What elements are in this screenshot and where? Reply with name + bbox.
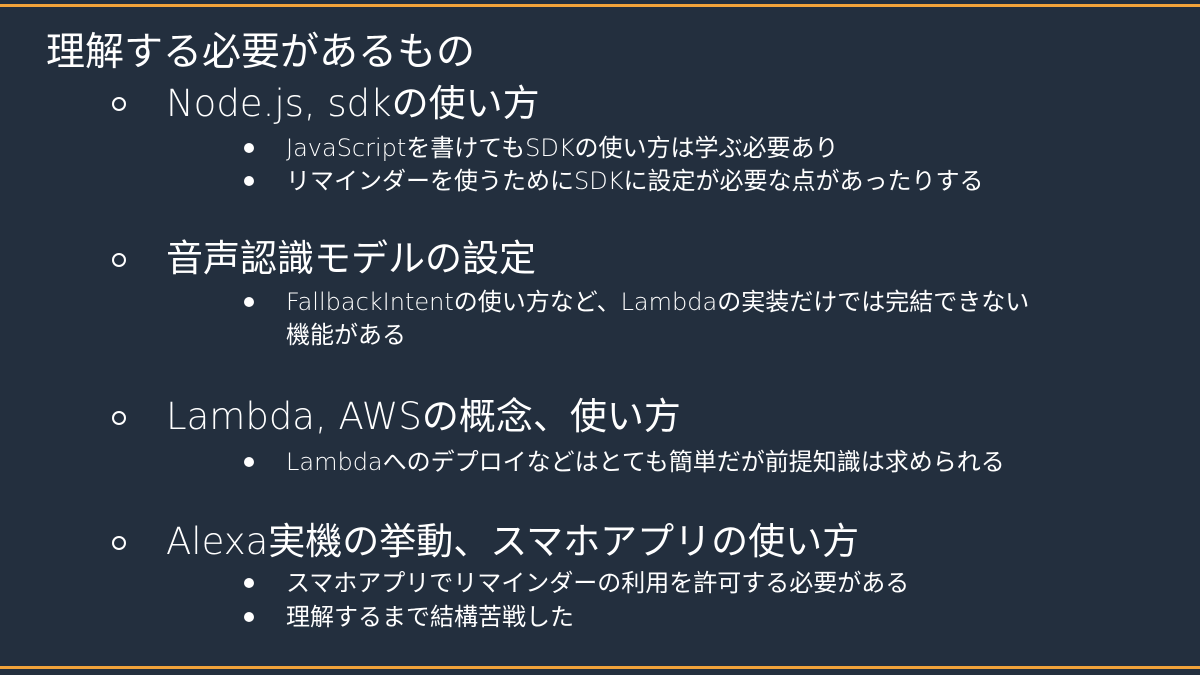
top-accent-line <box>0 4 1200 7</box>
section-bullet-icon <box>112 411 126 425</box>
item-text: 理解するまで結構苦戦した <box>286 603 574 631</box>
item-bullet-icon <box>244 457 254 467</box>
section-heading-voice-model: 音声認識モデルの設定 <box>166 237 536 280</box>
section-bullet-icon <box>112 97 126 111</box>
item-bullet-icon <box>244 297 254 307</box>
item-bullet-icon <box>244 578 254 588</box>
item-text-line2: 機能がある <box>286 321 406 349</box>
bottom-accent-line <box>0 666 1200 669</box>
item-text: Lambdaへのデプロイなどはとても簡単だが前提知識は求められる <box>286 448 1005 476</box>
section-heading-alexa: Alexa実機の挙動、スマホアプリの使い方 <box>166 520 860 563</box>
section-heading-nodejs: Node.js, sdkの使い方 <box>166 82 540 125</box>
slide-title: 理解する必要があるもの <box>46 30 476 75</box>
item-bullet-icon <box>244 612 254 622</box>
section-bullet-icon <box>112 253 126 267</box>
item-text: リマインダーを使うためにSDKに設定が必要な点があったりする <box>286 167 984 195</box>
item-text: JavaScriptを書けてもSDKの使い方は学ぶ必要あり <box>286 134 839 162</box>
item-text: スマホアプリでリマインダーの利用を許可する必要がある <box>286 569 910 597</box>
item-bullet-icon <box>244 176 254 186</box>
item-bullet-icon <box>244 143 254 153</box>
section-bullet-icon <box>112 536 126 550</box>
section-heading-lambda: Lambda, AWSの概念、使い方 <box>166 395 681 438</box>
item-text-line1: FallbackIntentの使い方など、Lambdaの実装だけでは完結できない <box>286 288 1030 316</box>
